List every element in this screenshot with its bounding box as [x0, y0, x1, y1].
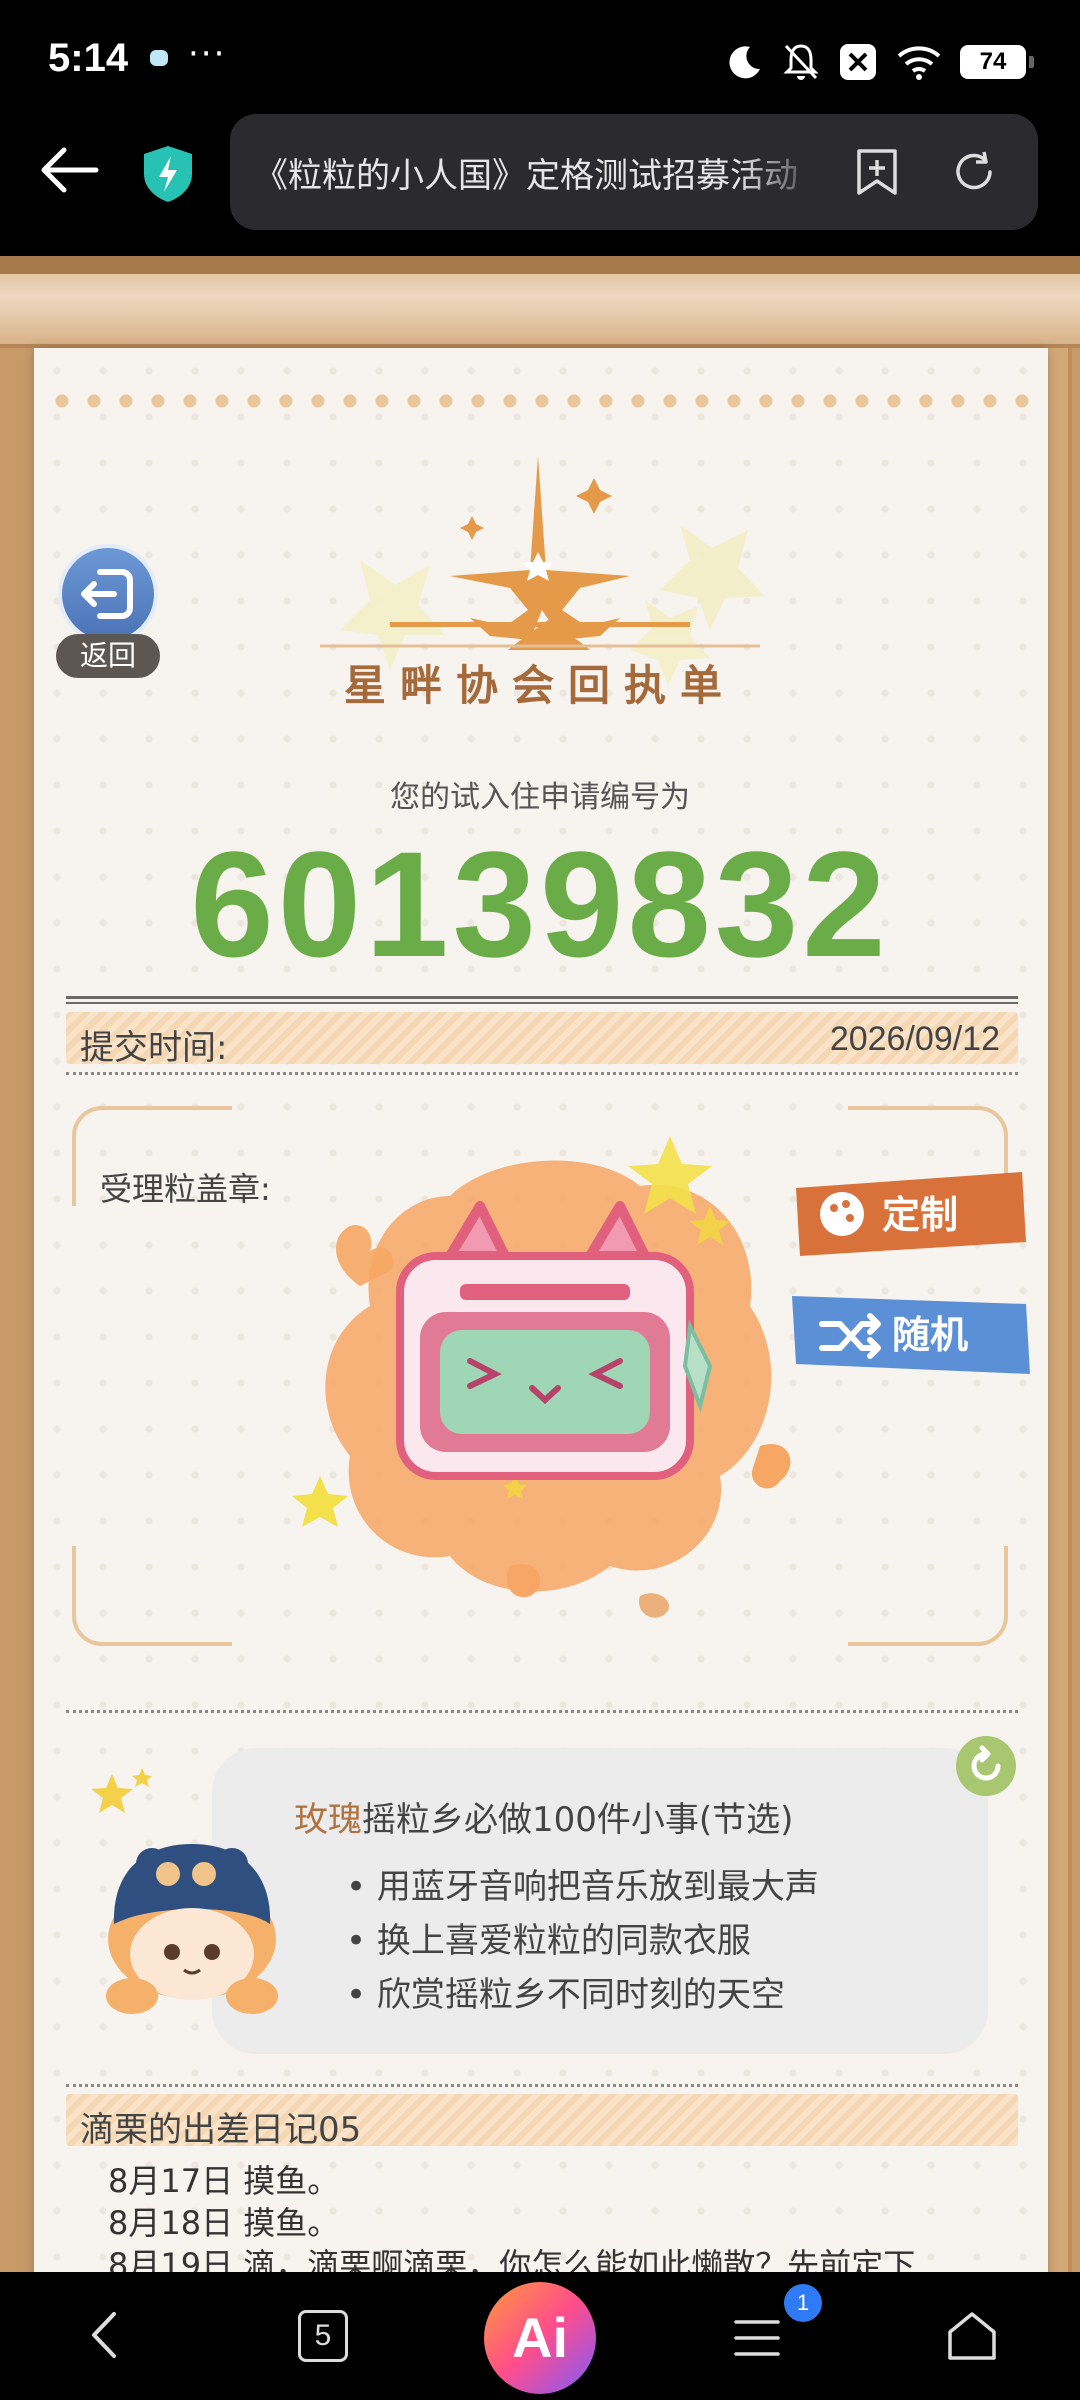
- diary-header: 滴栗的出差日记05: [66, 2094, 1018, 2150]
- home-icon[interactable]: [944, 2308, 1000, 2364]
- list-item: 换上喜爱粒粒的同款衣服: [346, 1914, 819, 1968]
- submit-time-row: 提交时间: 2026/09/12: [66, 1012, 1018, 1068]
- nav-back-icon[interactable]: [80, 2306, 130, 2364]
- cat-tv-stamp: [292, 1136, 791, 1618]
- ai-assistant-button[interactable]: Ai: [484, 2282, 596, 2394]
- refresh-button[interactable]: [956, 1736, 1016, 1796]
- reload-icon[interactable]: [950, 148, 998, 196]
- todo-card-title: 玫瑰摇粒乡必做100件小事(节选): [294, 1792, 793, 1841]
- todo-card-title-rest: 摇粒乡必做100件小事(节选): [362, 1800, 794, 1840]
- mute-bell-icon: [783, 44, 819, 80]
- frame-corner-br: [848, 1546, 1008, 1646]
- stamp-label: 受理粒盖章:: [100, 1170, 271, 1208]
- status-icons: 74: [726, 40, 1034, 84]
- todo-list: 用蓝牙音响把音乐放到最大声 换上喜爱粒粒的同款衣服 欣赏摇粒乡不同时刻的天空: [346, 1860, 819, 2022]
- diary-entries: 8月17日 摸鱼。 8月18日 摸鱼。 8月19日 滴，滴栗啊滴栗，你怎么能如此…: [108, 2160, 915, 2286]
- list-item: 欣赏摇粒乡不同时刻的天空: [346, 1968, 819, 2022]
- wood-plank-edge: [0, 256, 1080, 274]
- divider-dotted-3: [66, 2084, 1018, 2087]
- mascot-character: [92, 1768, 278, 2014]
- application-number: 60139832: [190, 820, 890, 988]
- more-notifications-icon: ···: [188, 34, 227, 74]
- submit-time-label: 提交时间:: [80, 1028, 228, 1068]
- return-button[interactable]: 返回: [56, 544, 160, 684]
- page-title-url[interactable]: 《粒粒的小人国》定格测试招募活动: [254, 148, 824, 197]
- diary-line: 8月17日 摸鱼。: [108, 2162, 340, 2200]
- status-time: 5:14: [48, 36, 129, 80]
- divider-dotted-2: [66, 1710, 1018, 1713]
- battery-indicator: 74: [960, 45, 1034, 79]
- random-button[interactable]: 随机: [786, 1284, 1036, 1380]
- return-circle[interactable]: [58, 544, 158, 644]
- add-bookmark-icon[interactable]: [854, 148, 900, 196]
- address-bar[interactable]: 《粒粒的小人国》定格测试招募活动: [230, 114, 1038, 230]
- blocked-x-icon: [840, 44, 876, 80]
- menu-icon[interactable]: [734, 2318, 780, 2358]
- back-arrow-icon[interactable]: [34, 140, 104, 200]
- security-shield-icon[interactable]: [140, 144, 196, 204]
- receipt-title: 星畔协会回执单: [343, 661, 736, 710]
- return-label[interactable]: 返回: [56, 634, 160, 678]
- do-not-disturb-moon-icon: [729, 46, 760, 79]
- perforation-dots: [46, 394, 1036, 408]
- divider-double: [66, 996, 1018, 1004]
- custom-button-label[interactable]: 定制: [882, 1193, 958, 1237]
- todo-card-title-highlight: 玫瑰: [294, 1800, 362, 1840]
- divider-dotted: [66, 1072, 1018, 1075]
- menu-badge: 1: [784, 2284, 822, 2322]
- frame-corner-bl: [72, 1546, 232, 1646]
- wifi-icon: [897, 46, 941, 80]
- submit-date: 2026/09/12: [829, 1020, 1000, 1058]
- notification-app-icon: [150, 50, 168, 66]
- tabs-count-button[interactable]: 5: [298, 2310, 348, 2362]
- exit-arrow-icon: [81, 569, 133, 619]
- application-number-caption: 您的试入住申请编号为: [390, 780, 690, 815]
- random-button-label[interactable]: 随机: [892, 1313, 968, 1357]
- refresh-icon: [971, 1745, 1001, 1781]
- diary-title: 滴栗的出差日记05: [80, 2110, 362, 2150]
- status-bar: 5:14 ··· 74: [0, 0, 1080, 120]
- diary-line: 8月18日 摸鱼。: [108, 2204, 340, 2242]
- list-item: 用蓝牙音响把音乐放到最大声: [346, 1860, 819, 1914]
- custom-button[interactable]: 定制: [786, 1164, 1032, 1260]
